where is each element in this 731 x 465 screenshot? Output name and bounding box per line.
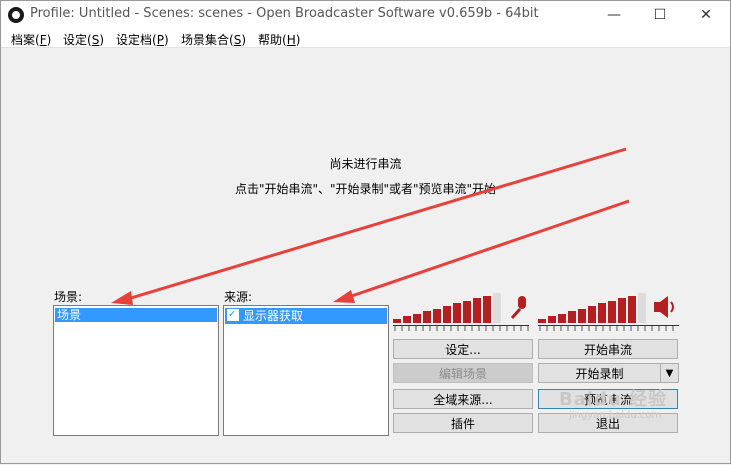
- obs-window: Profile: Untitled - Scenes: scenes - Ope…: [0, 0, 731, 464]
- arrow-to-sources: [342, 199, 630, 301]
- arrow-head-scenes: [111, 291, 133, 305]
- arrow-head-sources: [333, 290, 355, 303]
- annotation-arrows: [111, 147, 630, 305]
- arrow-to-scenes: [120, 147, 627, 303]
